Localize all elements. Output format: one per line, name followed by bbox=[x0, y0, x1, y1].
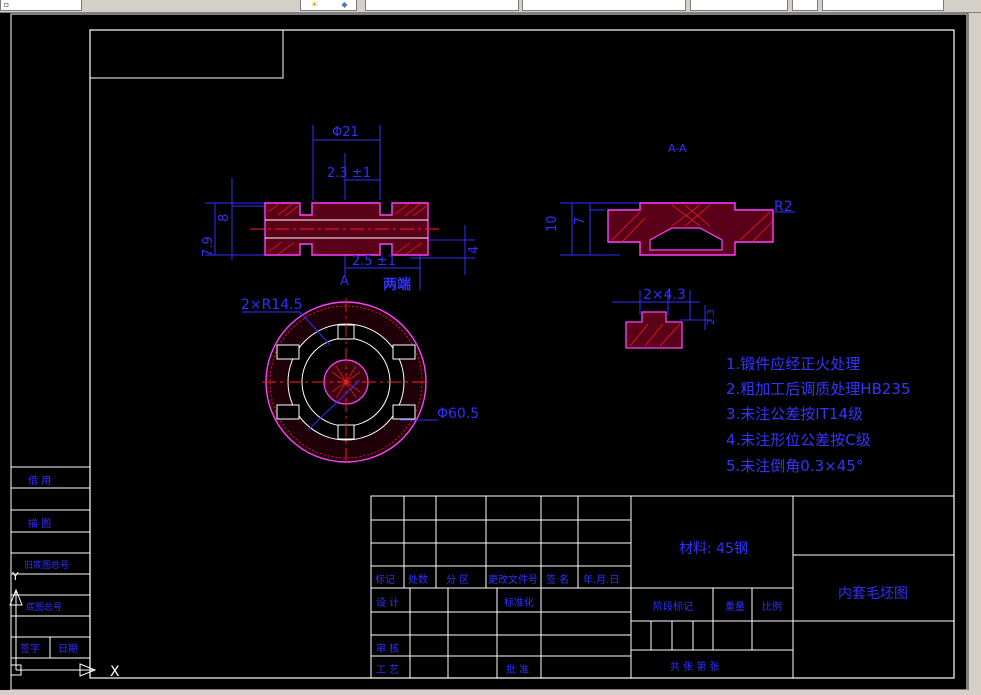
dim-diameter-21: Φ21 bbox=[332, 125, 359, 140]
scale-label: 比例 bbox=[762, 600, 782, 613]
strip-label-borrow: 借 用 bbox=[28, 475, 51, 487]
dim-radius-r2: R2 bbox=[774, 199, 793, 215]
dim-height-8: 8 bbox=[217, 214, 232, 222]
sheets-label: 共 张 第 张 bbox=[670, 660, 720, 673]
strip-label-signature: 签字 bbox=[20, 642, 40, 655]
note-4: 4.未注形位公差按C级 bbox=[726, 431, 871, 449]
cad-drawing-canvas[interactable]: Φ21 2.3 ±1 2.5 ±1 8 7.9 4 A 两端 A-A 10 7 … bbox=[0, 0, 968, 690]
strip-label-date: 日期 bbox=[58, 643, 78, 655]
row-label-change-doc: 更改文件号 bbox=[488, 573, 538, 586]
row-label-zone: 分 区 bbox=[446, 574, 469, 586]
dim-height-7-9: 7.9 bbox=[201, 236, 216, 257]
section-mark-a: A bbox=[340, 274, 349, 289]
row-label-mark: 标记 bbox=[375, 574, 395, 586]
top-view: 2×R14.5 Φ60.5 bbox=[241, 297, 479, 466]
dim-tolerance-upper: 2.3 ±1 bbox=[327, 166, 371, 181]
standardize-label: 标准化 bbox=[504, 596, 534, 609]
dim-radius-r14-5: 2×R14.5 bbox=[241, 297, 303, 313]
left-strip-text: 借 用 描 图 旧底图总号 底图总号 签字 日期 bbox=[20, 475, 78, 655]
approve-label: 批 准 bbox=[506, 663, 529, 676]
horizontal-scrollbar[interactable] bbox=[0, 690, 981, 695]
process-label: 工 艺 bbox=[376, 664, 399, 676]
row-label-count: 处数 bbox=[408, 573, 428, 586]
note-5: 5.未注倒角0.3×45° bbox=[726, 457, 863, 475]
dim-slot-width: 2×4.3 bbox=[643, 287, 686, 303]
drawing-name: 内套毛坯图 bbox=[838, 586, 908, 602]
dim-tolerance-lower: 2.5 ±1 bbox=[352, 254, 396, 269]
note-3: 3.未注公差按IT14级 bbox=[726, 405, 863, 423]
dim-section-10: 10 bbox=[545, 215, 560, 232]
sheet-border bbox=[10, 13, 968, 690]
row-label-sign: 签 名 bbox=[546, 573, 569, 586]
note-1: 1.锻件应经正火处理 bbox=[726, 355, 860, 373]
material-label: 材料: 45钢 bbox=[679, 541, 748, 557]
ucs-y-label: Y bbox=[11, 570, 19, 583]
row-label-date: 年.月.日 bbox=[583, 573, 619, 586]
dim-height-4: 4 bbox=[467, 246, 482, 254]
drawing-code-box bbox=[89, 29, 284, 79]
end-label: 两端 bbox=[383, 276, 411, 293]
note-2: 2.粗加工后调质处理HB235 bbox=[726, 380, 911, 398]
section-title: A-A bbox=[668, 142, 687, 155]
dim-slot-depth: 2.3 bbox=[706, 309, 717, 325]
ucs-x-label: X bbox=[110, 664, 120, 680]
review-label: 审 核 bbox=[376, 642, 399, 655]
detail-view: 2×4.3 2.3 bbox=[612, 287, 717, 349]
front-view: Φ21 2.3 ±1 2.5 ±1 8 7.9 4 A 两端 bbox=[201, 125, 482, 293]
vertical-scrollbar[interactable] bbox=[968, 13, 981, 695]
design-label: 设 计 bbox=[376, 596, 399, 609]
strip-label-old-total: 旧底图总号 bbox=[24, 559, 69, 571]
dim-diameter-60-5: Φ60.5 bbox=[437, 406, 479, 422]
dim-section-7: 7 bbox=[573, 217, 588, 225]
strip-label-total: 底图总号 bbox=[26, 601, 62, 613]
section-view-a-a: A-A 10 7 R2 bbox=[545, 142, 795, 256]
stage-mark-label: 阶段标记 bbox=[653, 600, 693, 613]
strip-label-trace: 描 图 bbox=[28, 517, 51, 530]
weight-label: 重量 bbox=[725, 600, 745, 613]
technical-notes: 1.锻件应经正火处理 2.粗加工后调质处理HB235 3.未注公差按IT14级 … bbox=[726, 355, 911, 475]
